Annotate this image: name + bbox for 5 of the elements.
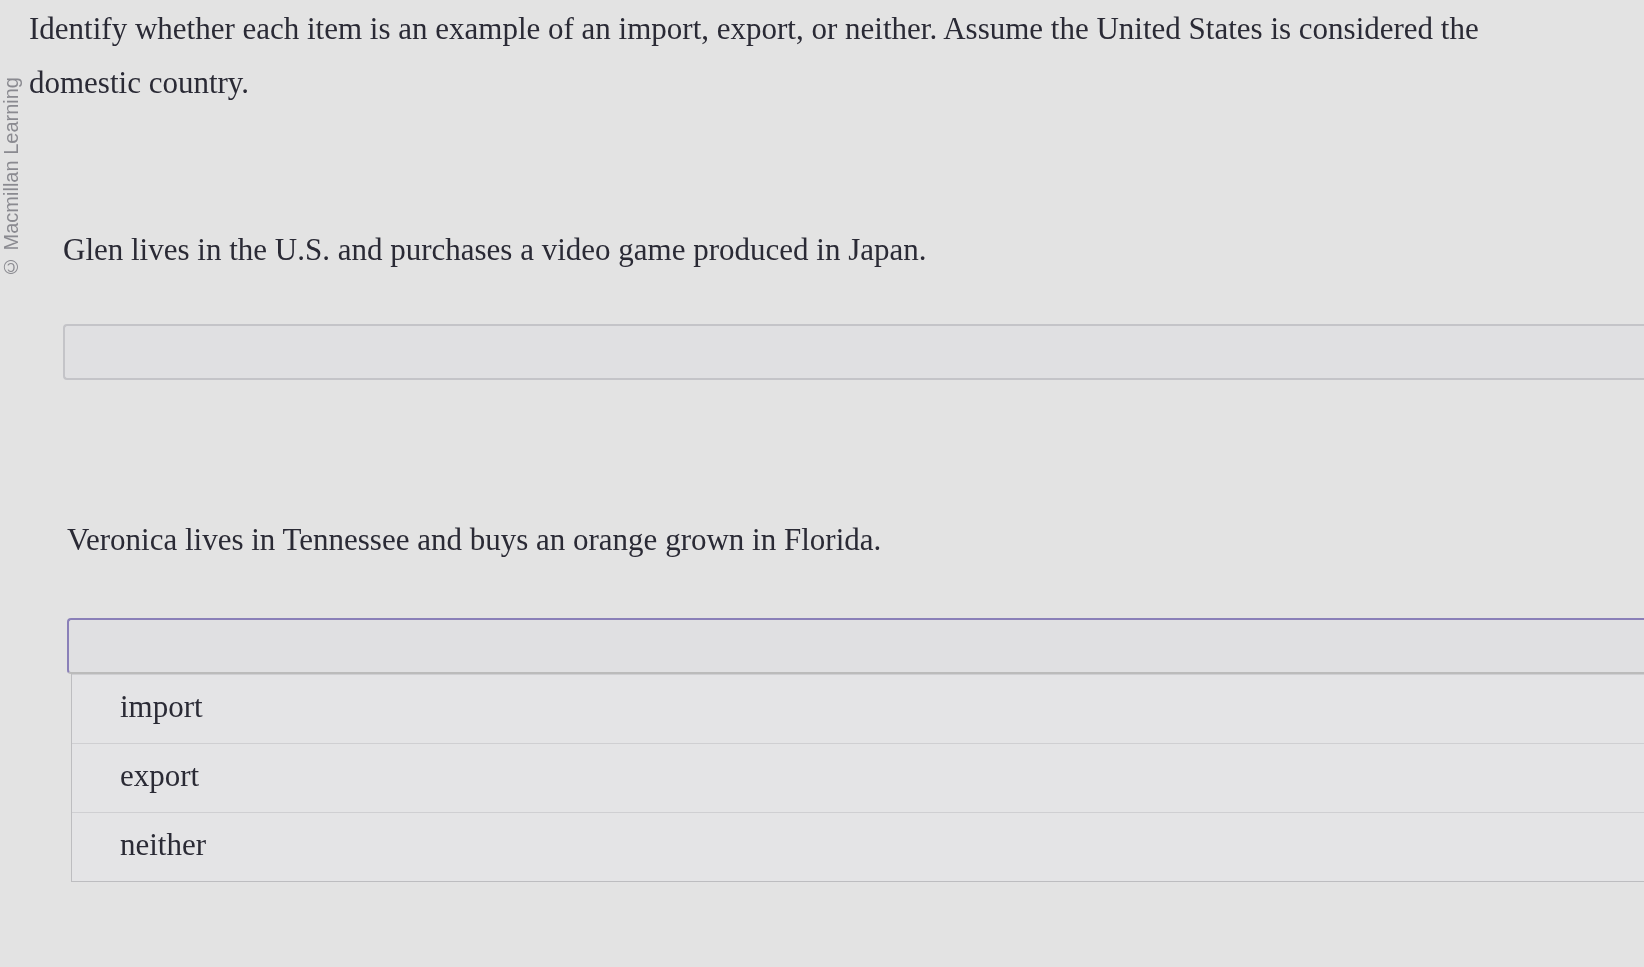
instructions-text: Identify whether each item is an example of an import, export, or neither. Assume the United States is considered the domestic country.: [29, 10, 1480, 102]
question-text: Glen lives in the U.S. and purchases a video game produced in Japan.: [63, 231, 928, 269]
copyright-text: © Macmillan Learning: [0, 76, 22, 278]
question-text: Veronica lives in Tennessee and buys an orange grown in Florida.: [67, 521, 883, 559]
answer-dropdown[interactable]: [67, 618, 1644, 674]
